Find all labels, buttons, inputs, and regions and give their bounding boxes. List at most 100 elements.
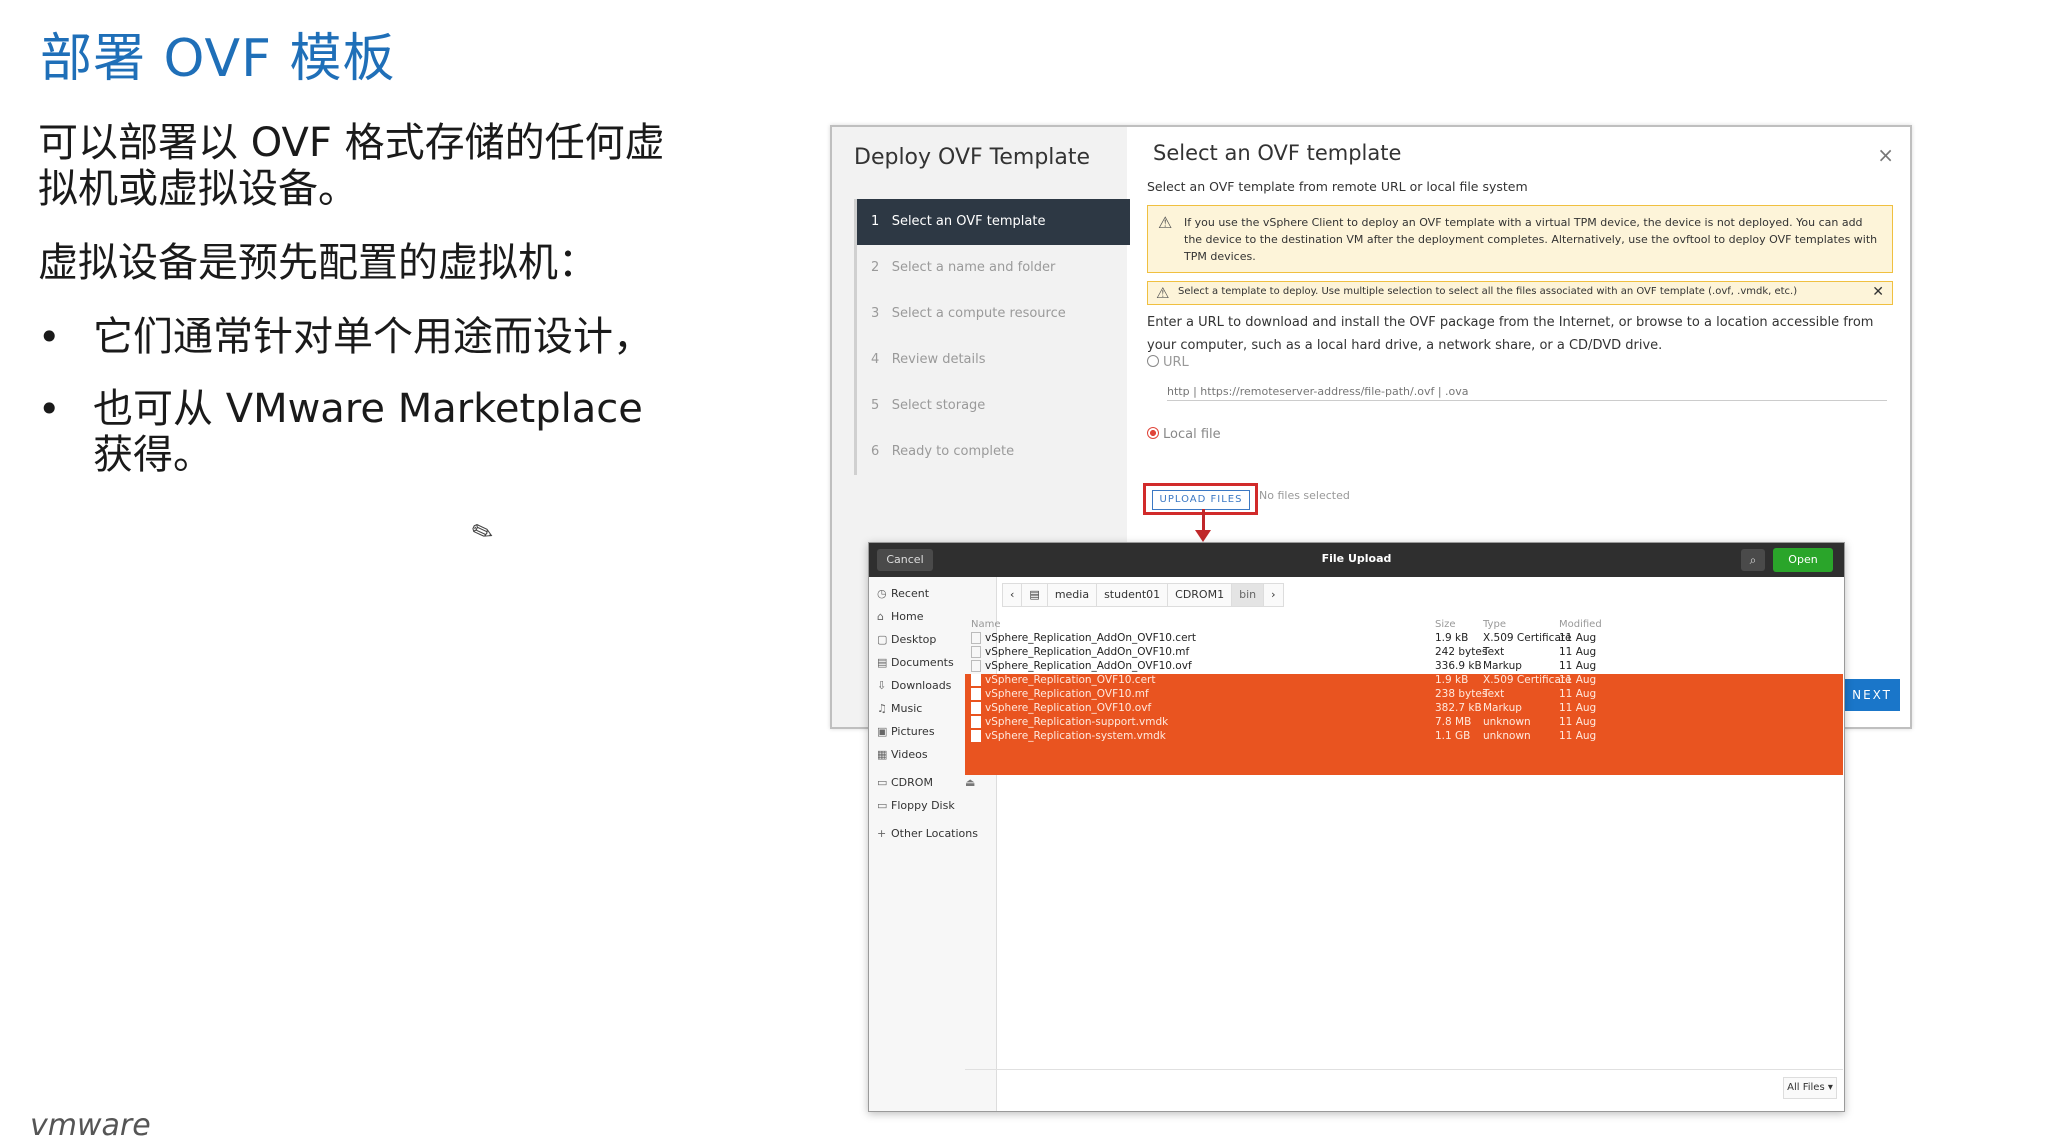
- file-size: 1.9 kB: [1435, 632, 1469, 644]
- place-videos[interactable]: ▦ Videos: [877, 748, 928, 761]
- place-cdrom[interactable]: ▭ CDROM ⏏: [877, 776, 975, 789]
- divider: [965, 1069, 1843, 1070]
- place-home[interactable]: ⌂ Home: [877, 610, 923, 623]
- file-modified: 11 Aug: [1559, 702, 1597, 714]
- file-name: vSphere_Replication_OVF10.mf: [985, 688, 1149, 700]
- back-icon[interactable]: ‹: [1002, 583, 1023, 607]
- place-desktop[interactable]: ▢ Desktop: [877, 633, 936, 646]
- no-files-label: No files selected: [1259, 489, 1350, 502]
- slide-title: 部署 OVF 模板: [40, 29, 396, 89]
- drive-icon: ▭: [877, 776, 888, 789]
- path-breadcrumb: ‹ ▤ media student01 CDROM1 bin ›: [1002, 583, 1284, 607]
- file-row[interactable]: vSphere_Replication_AddOn_OVF10.ovf 336.9…: [965, 660, 1843, 674]
- slide-body: 可以部署以 OVF 格式存储的任何虚拟机或虚拟设备。 虚拟设备是预先配置的虚拟机…: [38, 120, 678, 504]
- radio-icon: [1147, 355, 1159, 367]
- videos-icon: ▦: [877, 748, 888, 761]
- wizard-step[interactable]: 5 Select storage: [857, 383, 1130, 429]
- file-row[interactable]: vSphere_Replication-support.vmdk 7.8 MB un…: [965, 716, 1843, 730]
- appliance-paragraph: 虚拟设备是预先配置的虚拟机：: [38, 240, 598, 286]
- drive-icon: ▭: [877, 799, 888, 812]
- drive-icon[interactable]: ▤: [1021, 583, 1048, 607]
- forward-icon[interactable]: ›: [1263, 583, 1284, 607]
- file-size: 7.8 MB: [1435, 716, 1472, 728]
- file-name: vSphere_Replication_AddOn_OVF10.ovf: [985, 660, 1192, 672]
- column-header-modified[interactable]: Modified: [1559, 619, 1602, 630]
- file-row[interactable]: vSphere_Replication_AddOn_OVF10.mf 242 by…: [965, 646, 1843, 660]
- wizard-step[interactable]: 6 Ready to complete: [857, 429, 1130, 475]
- breadcrumb-item[interactable]: student01: [1096, 583, 1169, 607]
- eject-icon[interactable]: ⏏: [965, 776, 975, 789]
- place-other-locations[interactable]: + Other Locations: [877, 827, 978, 840]
- place-documents[interactable]: ▤ Documents: [877, 656, 954, 669]
- file-name: vSphere_Replication_OVF10.cert: [985, 674, 1156, 686]
- file-size: 336.9 kB: [1435, 660, 1482, 672]
- url-radio[interactable]: URL: [1147, 355, 1189, 370]
- home-icon: ⌂: [877, 610, 884, 623]
- file-type: unknown: [1483, 716, 1531, 728]
- file-name: vSphere_Replication-support.vmdk: [985, 716, 1169, 728]
- column-header-name[interactable]: Name: [971, 619, 1001, 630]
- local-file-radio[interactable]: Local file: [1147, 427, 1221, 442]
- file-row[interactable]: vSphere_Replication_OVF10.mf 238 bytes Tex…: [965, 688, 1843, 702]
- file-icon: [971, 674, 981, 686]
- open-button[interactable]: Open: [1773, 548, 1833, 572]
- file-name: vSphere_Replication_OVF10.ovf: [985, 702, 1152, 714]
- file-type-filter[interactable]: All Files ▾: [1783, 1077, 1837, 1099]
- upload-files-button[interactable]: UPLOAD FILES: [1152, 490, 1250, 510]
- file-name: vSphere_Replication_AddOn_OVF10.mf: [985, 646, 1190, 658]
- wizard-step[interactable]: 4 Review details: [857, 337, 1130, 383]
- wizard-step[interactable]: 3 Select a compute resource: [857, 291, 1130, 337]
- close-icon[interactable]: ✕: [1872, 284, 1884, 300]
- file-name: vSphere_Replication_AddOn_OVF10.cert: [985, 632, 1196, 644]
- file-modified: 11 Aug: [1559, 646, 1597, 658]
- file-modified: 11 Aug: [1559, 674, 1597, 686]
- place-music[interactable]: ♫ Music: [877, 702, 922, 715]
- place-pictures[interactable]: ▣ Pictures: [877, 725, 935, 738]
- file-size: 238 bytes: [1435, 688, 1488, 700]
- wizard-step[interactable]: 2 Select a name and folder: [857, 245, 1130, 291]
- file-row[interactable]: vSphere_Replication-system.vmdk 1.1 GB unk…: [965, 730, 1843, 744]
- place-recent[interactable]: ◷ Recent: [877, 587, 929, 600]
- search-icon[interactable]: ⌕: [1741, 549, 1765, 571]
- step-subtitle: Select an OVF template from remote URL o…: [1147, 179, 1528, 194]
- file-type: Markup: [1483, 660, 1522, 672]
- place-downloads[interactable]: ⇩ Downloads: [877, 679, 951, 692]
- warning-triangle-icon: ⚠: [1158, 213, 1173, 232]
- file-icon: [971, 716, 981, 728]
- breadcrumb-item[interactable]: CDROM1: [1167, 583, 1233, 607]
- file-modified: 11 Aug: [1559, 632, 1597, 644]
- radio-icon: [1147, 427, 1159, 439]
- music-icon: ♫: [877, 702, 887, 715]
- warning-triangle-icon: ⚠: [1156, 284, 1170, 302]
- wizard-step[interactable]: 1 Select an OVF template: [857, 199, 1130, 245]
- file-icon: [971, 632, 981, 644]
- pen-cursor-icon: ✎: [467, 515, 499, 551]
- file-modified: 11 Aug: [1559, 660, 1597, 672]
- column-header-size[interactable]: Size: [1435, 619, 1456, 630]
- file-name: vSphere_Replication-system.vmdk: [985, 730, 1166, 742]
- file-row[interactable]: vSphere_Replication_OVF10.cert 1.9 kB X.50…: [965, 674, 1843, 688]
- wizard-steps: 1 Select an OVF template 2 Select a name…: [854, 199, 1130, 475]
- arrow-head-icon: [1195, 530, 1211, 542]
- breadcrumb-item[interactable]: bin: [1231, 583, 1265, 607]
- file-type: Markup: [1483, 702, 1522, 714]
- file-row[interactable]: vSphere_Replication_AddOn_OVF10.cert 1.9 …: [965, 632, 1843, 646]
- step-title: Select an OVF template: [1153, 141, 1402, 165]
- url-input[interactable]: [1167, 383, 1887, 401]
- file-row[interactable]: vSphere_Replication_OVF10.ovf 382.7 kB Mar…: [965, 702, 1843, 716]
- file-size: 242 bytes: [1435, 646, 1488, 658]
- breadcrumb-item[interactable]: media: [1046, 583, 1098, 607]
- close-icon[interactable]: ×: [1877, 143, 1894, 167]
- file-icon: [971, 730, 981, 742]
- downloads-icon: ⇩: [877, 679, 887, 692]
- file-icon: [971, 702, 981, 714]
- file-type: Text: [1483, 688, 1505, 700]
- next-button[interactable]: NEXT: [1838, 679, 1900, 711]
- place-floppy[interactable]: ▭ Floppy Disk: [877, 799, 955, 812]
- file-icon: [971, 646, 981, 658]
- file-dialog-title: File Upload: [1321, 552, 1392, 565]
- file-modified: 11 Aug: [1559, 688, 1597, 700]
- file-size: 382.7 kB: [1435, 702, 1482, 714]
- column-header-type[interactable]: Type: [1483, 619, 1506, 630]
- desktop-icon: ▢: [877, 633, 888, 646]
